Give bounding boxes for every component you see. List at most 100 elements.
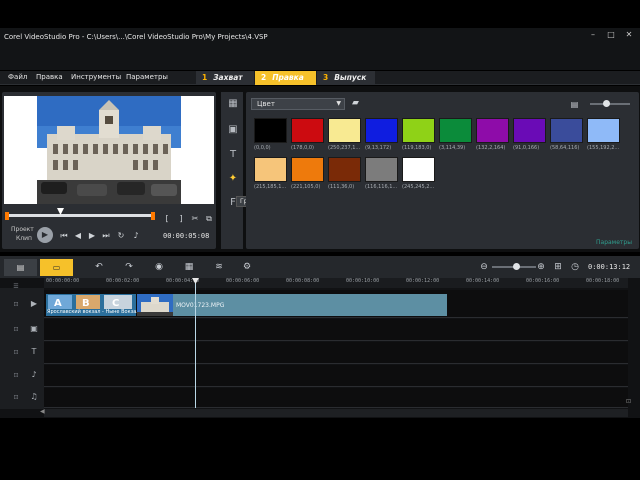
tab-capture-label: Захват <box>213 73 243 82</box>
thumbnail-size-slider[interactable] <box>590 103 630 105</box>
color-swatch[interactable] <box>513 118 546 143</box>
redo-icon[interactable]: ↷ <box>122 261 136 273</box>
menu-settings[interactable]: Параметры <box>126 73 168 81</box>
color-swatch[interactable] <box>254 118 287 143</box>
timeline-scrollbar[interactable] <box>44 409 628 417</box>
color-swatch-label: (178,0,0) <box>291 145 314 151</box>
overlay-track-icon[interactable]: ▣ <box>28 323 40 335</box>
record-capture-icon[interactable]: ◉ <box>152 261 166 273</box>
color-swatch-label: (116,116,1... <box>365 184 398 190</box>
library-category-select[interactable]: Цвет ▼ <box>251 98 345 110</box>
voice-track[interactable] <box>44 365 628 387</box>
home-icon[interactable]: ⏮ <box>58 230 70 241</box>
sort-icon[interactable]: ▤ <box>569 99 580 110</box>
track-list-icon[interactable]: ☰ <box>12 283 20 291</box>
fit-project-icon[interactable]: ⊞ <box>551 261 565 273</box>
close-button[interactable]: ✕ <box>624 30 634 40</box>
scroll-left-icon[interactable]: ◀ <box>40 408 46 416</box>
ripple-lock-icon[interactable]: ⊡ <box>12 394 20 402</box>
ruler-tick-label: 00:00:10:00 <box>346 278 380 284</box>
svg-text:A: A <box>54 298 62 309</box>
minimize-button[interactable]: – <box>588 30 598 40</box>
previous-frame-icon[interactable]: ◀ <box>72 230 84 241</box>
preview-timecode[interactable]: 00:00:05:08 <box>163 232 209 240</box>
color-swatch[interactable] <box>402 118 435 143</box>
color-swatch[interactable] <box>254 157 287 182</box>
timeline-view-button[interactable]: ▭ <box>40 259 73 276</box>
mixer-icon[interactable]: ▦ <box>182 261 196 273</box>
zoom-in-icon[interactable]: ⊕ <box>534 261 548 273</box>
mark-out-button[interactable]: ] <box>176 214 186 224</box>
preview-scrub-bar[interactable] <box>8 214 154 217</box>
voice-track-icon[interactable]: ♪ <box>28 369 40 381</box>
color-swatch[interactable] <box>328 118 361 143</box>
folder-icon[interactable]: ▰ <box>350 98 361 109</box>
volume-icon[interactable]: ♪ <box>130 230 142 241</box>
color-swatch[interactable] <box>291 157 324 182</box>
color-swatch-label: (155,192,2... <box>587 145 620 151</box>
color-swatch-label: (3,114,39) <box>439 145 466 151</box>
timeline-playhead-line[interactable] <box>195 278 196 408</box>
clock-icon: ◷ <box>571 262 579 272</box>
enlarge-preview-icon[interactable]: ⧉ <box>204 214 214 224</box>
color-swatch[interactable] <box>365 157 398 182</box>
menu-file[interactable]: Файл <box>8 73 27 81</box>
storyboard-view-button[interactable]: ▤ <box>4 259 37 276</box>
color-swatch[interactable] <box>365 118 398 143</box>
ripple-lock-icon[interactable]: ⊡ <box>12 372 20 380</box>
end-icon[interactable]: ⏭ <box>100 230 112 241</box>
undo-icon[interactable]: ↶ <box>92 261 106 273</box>
color-swatch[interactable] <box>402 157 435 182</box>
color-swatch[interactable] <box>439 118 472 143</box>
library-tabs <box>221 92 243 249</box>
options-toggle[interactable]: Параметры <box>596 239 632 246</box>
transitions-icon[interactable]: ▣ <box>226 123 240 137</box>
maximize-button[interactable]: □ <box>606 30 616 40</box>
graphics-icon[interactable]: ✦ <box>226 172 240 186</box>
audio-wave-icon[interactable]: ≋ <box>212 261 226 273</box>
title-track[interactable] <box>44 342 628 364</box>
music-track[interactable] <box>44 388 628 408</box>
ripple-lock-icon[interactable]: ⊡ <box>12 349 20 357</box>
zoom-out-icon[interactable]: ⊖ <box>477 261 491 273</box>
ripple-lock-icon[interactable]: ⊡ <box>12 326 20 334</box>
title-track-icon[interactable]: T <box>28 346 40 358</box>
color-swatch[interactable] <box>328 157 361 182</box>
trim-end-handle[interactable] <box>151 212 155 220</box>
step-number: 2 <box>261 73 267 82</box>
color-swatch[interactable] <box>550 118 583 143</box>
overlay-track[interactable] <box>44 319 628 341</box>
color-swatch[interactable] <box>587 118 620 143</box>
color-swatch-label: (215,185,1... <box>254 184 287 190</box>
track-manager-icon[interactable]: ⚙ <box>240 261 254 273</box>
title-icon[interactable]: T <box>226 148 240 162</box>
repeat-icon[interactable]: ↻ <box>115 230 127 241</box>
play-button[interactable]: ▶ <box>37 227 53 243</box>
mark-in-button[interactable]: [ <box>162 214 172 224</box>
tab-share[interactable]: 3 Выпуск <box>317 71 375 85</box>
media-library-icon[interactable]: ▦ <box>226 97 240 111</box>
color-swatch[interactable] <box>476 118 509 143</box>
music-track-icon[interactable]: ♫ <box>28 391 40 403</box>
tab-capture[interactable]: 1 Захват <box>196 71 254 85</box>
trim-start-handle[interactable] <box>5 212 9 220</box>
mode-clip[interactable]: Клип <box>16 235 32 242</box>
thumbnail-size-knob[interactable] <box>603 100 610 107</box>
ruler-tick-label: 00:00:16:00 <box>526 278 560 284</box>
ripple-lock-icon[interactable]: ⊡ <box>12 301 20 309</box>
video-track-icon[interactable]: ▶ <box>28 298 40 310</box>
ruler-tick-label: 00:00:12:00 <box>406 278 440 284</box>
next-frame-icon[interactable]: ▶ <box>86 230 98 241</box>
library-category-value: Цвет <box>257 100 275 108</box>
mode-project[interactable]: Проект <box>11 226 34 233</box>
menu-edit[interactable]: Правка <box>36 73 63 81</box>
timeline-zoom-knob[interactable] <box>513 263 520 270</box>
tab-share-label: Выпуск <box>334 73 367 82</box>
status-strip <box>0 418 640 480</box>
split-clip-icon[interactable]: ✂ <box>190 214 200 224</box>
tab-edit[interactable]: 2 Правка <box>255 71 316 85</box>
scroll-up-icon[interactable]: ⊡ <box>626 398 634 406</box>
menu-tools[interactable]: Инструменты <box>71 73 121 81</box>
color-swatch[interactable] <box>291 118 324 143</box>
tab-edit-label: Правка <box>272 73 304 82</box>
